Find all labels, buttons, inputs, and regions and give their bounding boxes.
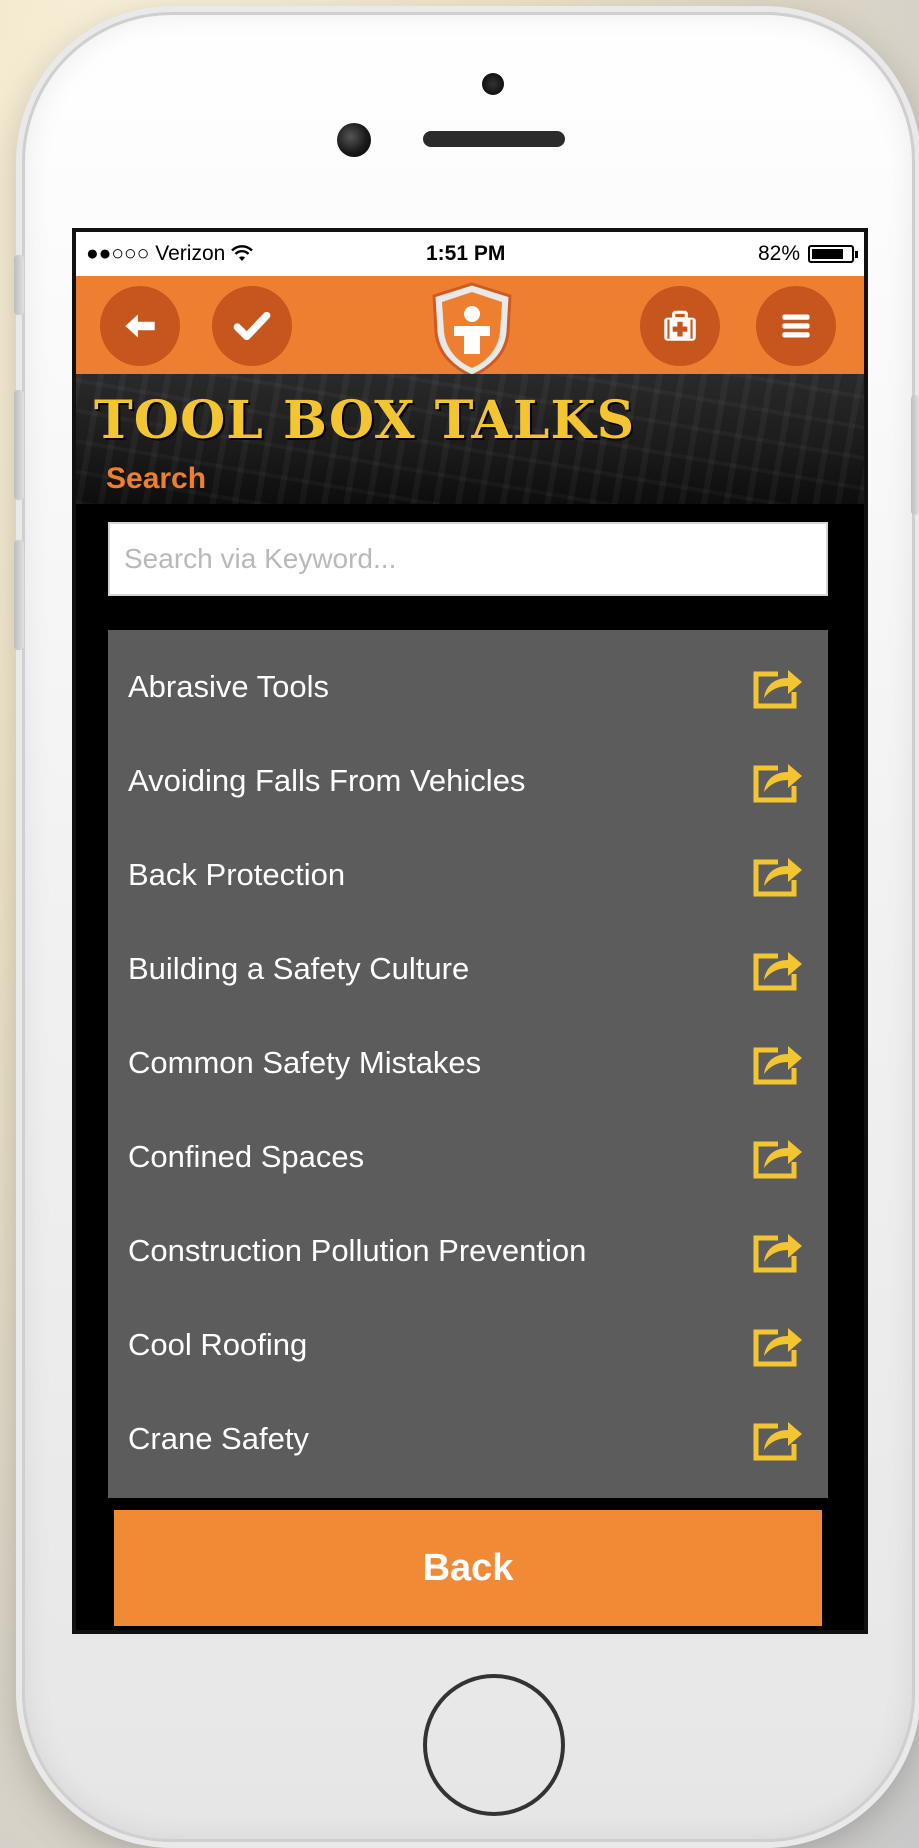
battery-percent: 82% xyxy=(757,242,800,265)
list-item[interactable]: Crane Safety xyxy=(108,1392,828,1486)
page-title: TOOL BOX TALKS xyxy=(94,390,636,451)
battery-fill xyxy=(812,249,844,259)
checkmark-icon xyxy=(233,311,271,341)
share-icon[interactable] xyxy=(750,944,806,994)
hamburger-menu-icon xyxy=(782,314,810,338)
battery-info: 82% xyxy=(714,242,858,266)
app-screen: ●●○○○ Verizon 1:51 PM 82% TOOL BOX TALKS… xyxy=(72,228,868,1634)
topic-label: Building a Safety Culture xyxy=(128,951,470,986)
share-icon[interactable] xyxy=(750,662,806,712)
carrier-info: ●●○○○ Verizon xyxy=(86,242,426,266)
topic-label: Common Safety Mistakes xyxy=(128,1045,482,1080)
search-input[interactable] xyxy=(108,522,828,596)
list-item[interactable]: Back Protection xyxy=(108,828,828,922)
wifi-icon xyxy=(231,245,254,261)
topic-label: Confined Spaces xyxy=(128,1139,365,1174)
earpiece-speaker xyxy=(423,131,565,147)
status-bar: ●●○○○ Verizon 1:51 PM 82% xyxy=(76,232,864,276)
power-button xyxy=(911,395,919,515)
back-arrow-icon xyxy=(125,314,155,338)
list-item[interactable]: Common Safety Mistakes xyxy=(108,1016,828,1110)
first-aid-kit-icon xyxy=(664,310,696,341)
page-banner: TOOL BOX TALKS Search xyxy=(76,374,864,504)
selfie-camera xyxy=(337,123,371,157)
back-button[interactable]: Back xyxy=(114,1510,822,1626)
battery-icon xyxy=(808,245,858,263)
list-item[interactable]: Abrasive Tools xyxy=(108,640,828,734)
carrier-label: ●●○○○ Verizon xyxy=(86,242,226,265)
topic-label: Cool Roofing xyxy=(128,1327,308,1362)
topic-label: Abrasive Tools xyxy=(128,669,330,704)
topic-list: Abrasive Tools Avoiding Falls From Vehic… xyxy=(108,630,828,1498)
section-subtitle: Search xyxy=(106,462,207,495)
list-item[interactable]: Avoiding Falls From Vehicles xyxy=(108,734,828,828)
menu-button[interactable] xyxy=(756,286,836,366)
front-camera xyxy=(482,73,504,95)
share-icon[interactable] xyxy=(750,850,806,900)
shield-logo-icon[interactable] xyxy=(428,280,516,380)
topic-label: Construction Pollution Prevention xyxy=(128,1233,587,1268)
topic-label: Avoiding Falls From Vehicles xyxy=(128,763,526,798)
back-nav-button[interactable] xyxy=(100,286,180,366)
clock: 1:51 PM xyxy=(426,242,506,265)
top-nav-bar xyxy=(76,276,864,378)
first-aid-button[interactable] xyxy=(640,286,720,366)
share-icon[interactable] xyxy=(750,1320,806,1370)
share-icon[interactable] xyxy=(750,1414,806,1464)
list-item[interactable]: Confined Spaces xyxy=(108,1110,828,1204)
list-item[interactable]: Building a Safety Culture xyxy=(108,922,828,1016)
list-item[interactable]: Construction Pollution Prevention xyxy=(108,1204,828,1298)
topic-label: Crane Safety xyxy=(128,1421,309,1456)
list-item[interactable]: Cool Roofing xyxy=(108,1298,828,1392)
check-button[interactable] xyxy=(212,286,292,366)
home-button[interactable] xyxy=(423,1674,565,1816)
share-icon[interactable] xyxy=(750,1132,806,1182)
volume-up-button xyxy=(14,390,24,500)
share-icon[interactable] xyxy=(750,1038,806,1088)
share-icon[interactable] xyxy=(750,1226,806,1276)
topic-label: Back Protection xyxy=(128,857,346,892)
volume-down-button xyxy=(14,540,24,650)
mute-switch xyxy=(14,255,24,315)
share-icon[interactable] xyxy=(750,756,806,806)
